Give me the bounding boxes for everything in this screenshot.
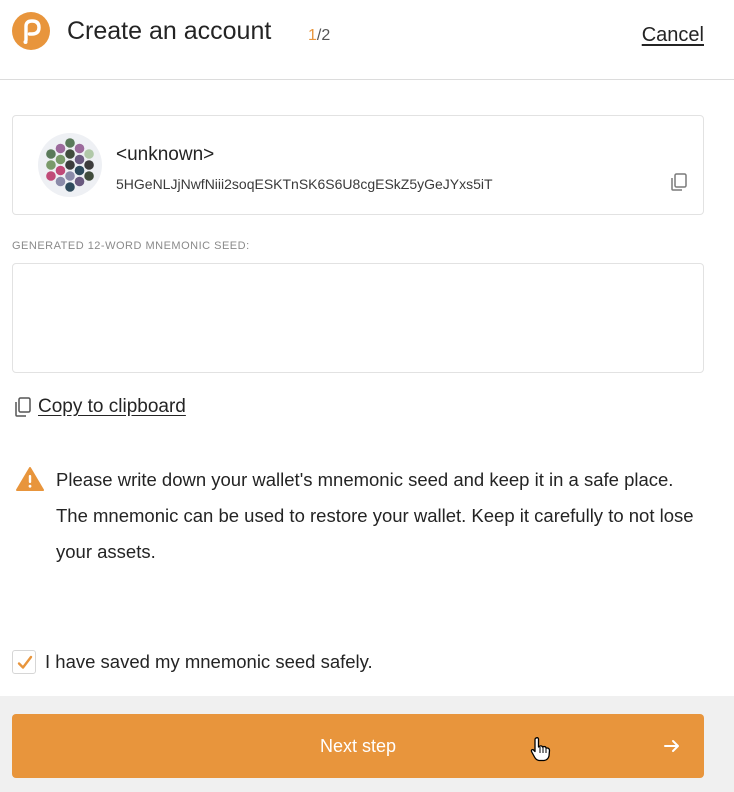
identicon-dot [46, 149, 56, 159]
identicon-dot [55, 154, 66, 165]
next-step-label: Next step [319, 736, 397, 756]
identicon-dot [74, 154, 85, 165]
identicon-dot [65, 149, 75, 159]
cancel-link[interactable]: Cancel [642, 24, 704, 47]
warning-icon [16, 467, 44, 491]
identicon-dot [74, 176, 85, 187]
account-identicon [38, 133, 102, 197]
identicon-dot [55, 176, 66, 187]
identicon-dot [65, 182, 75, 192]
account-card: <unknown> 5HGeNLJjNwfNiii2soqESKTnSK6S6U… [12, 115, 704, 215]
identicon-dot [55, 143, 66, 154]
step-indicator: 1/2 [308, 27, 330, 45]
arrow-right-icon [664, 740, 679, 752]
step-total: /2 [316, 27, 331, 44]
identicon-dot [65, 138, 75, 148]
copy-address-icon[interactable] [669, 172, 689, 192]
identicon-dot [46, 171, 56, 181]
identicon-dot [84, 160, 94, 170]
next-step-button[interactable]: Next step [12, 714, 704, 778]
step-current: 1 [308, 27, 317, 44]
seed-label: GENERATED 12-WORD MNEMONIC SEED: [12, 240, 250, 252]
account-address: 5HGeNLJjNwfNiii2soqESKTnSK6S6U8cgESkZ5yG… [116, 176, 493, 192]
copy-to-clipboard-button[interactable]: Copy to clipboard [12, 394, 186, 420]
identicon-dot [46, 160, 56, 170]
identicon-dot [65, 171, 75, 181]
page-title: Create an account [67, 17, 272, 45]
confirm-label: I have saved my mnemonic seed safely. [45, 651, 373, 672]
account-name: <unknown> [116, 144, 215, 165]
warning-text: Please write down your wallet's mnemonic… [56, 469, 694, 562]
copy-to-clipboard-label: Copy to clipboard [38, 396, 186, 417]
identicon-dot [55, 165, 66, 176]
header: Create an account 1/2 Cancel [0, 0, 734, 80]
polkadot-logo-icon [12, 12, 50, 50]
identicon-dot [65, 160, 75, 170]
identicon-dot [84, 171, 94, 181]
seed-textarea[interactable] [12, 263, 704, 373]
identicon-dot [74, 165, 85, 176]
hand-cursor-icon [530, 737, 551, 762]
confirm-row: I have saved my mnemonic seed safely. [12, 650, 373, 674]
copy-icon [15, 397, 31, 417]
identicon-dot [84, 149, 94, 159]
checkmark-icon [17, 655, 33, 669]
confirm-checkbox[interactable] [12, 650, 36, 674]
identicon-dot [74, 143, 85, 154]
